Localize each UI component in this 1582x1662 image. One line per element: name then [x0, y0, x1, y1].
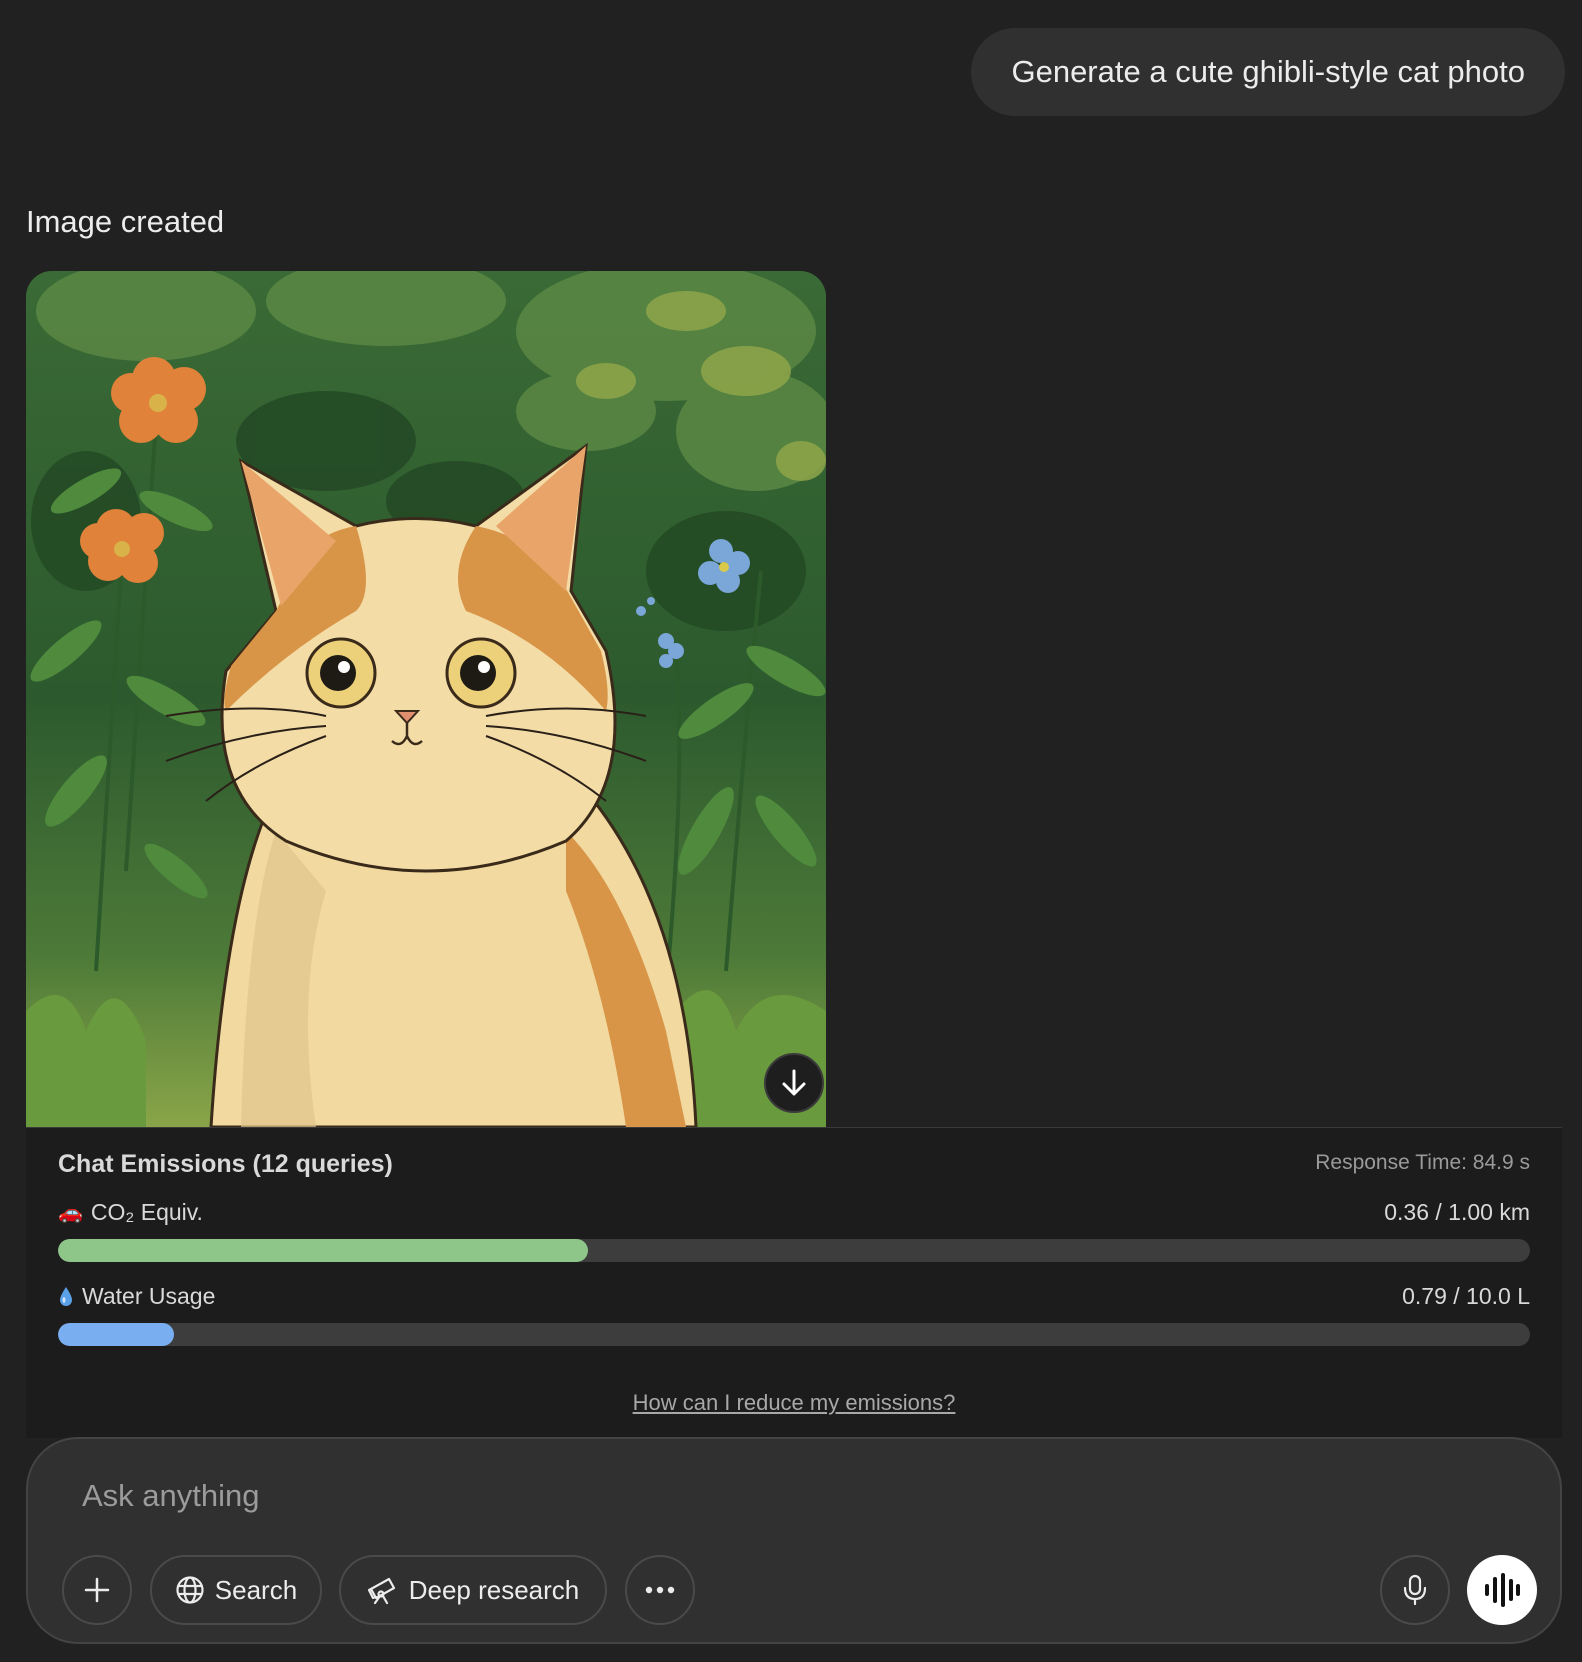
dictate-button[interactable] [1380, 1555, 1450, 1625]
emissions-title: Chat Emissions (12 queries) [58, 1150, 393, 1178]
voice-mode-button[interactable] [1467, 1555, 1537, 1625]
telescope-icon [367, 1577, 395, 1605]
add-attachment-button[interactable] [62, 1555, 132, 1625]
water-label: Water Usage [58, 1283, 215, 1310]
water-progress-bar [58, 1323, 1530, 1346]
user-message-text: Generate a cute ghibli-style cat photo [1011, 54, 1525, 89]
voice-waveform-icon [1485, 1573, 1520, 1607]
deep-research-button[interactable]: Deep research [339, 1555, 607, 1625]
message-composer: Search Deep research [26, 1437, 1562, 1644]
image-created-label: Image created [26, 204, 225, 239]
search-button-label: Search [214, 1574, 298, 1605]
water-value: 0.79 / 10.0 L [1402, 1283, 1530, 1309]
response-time: Response Time: 84.9 s [1315, 1151, 1530, 1174]
plus-icon [84, 1577, 110, 1603]
deep-research-button-label: Deep research [408, 1574, 580, 1605]
co2-label-text: CO₂ Equiv. [90, 1199, 203, 1225]
user-message-bubble: Generate a cute ghibli-style cat photo [971, 28, 1565, 116]
chat-emissions-panel: Chat Emissions (12 queries) Response Tim… [26, 1127, 1562, 1438]
search-button[interactable]: Search [150, 1555, 322, 1625]
cat-illustration [26, 271, 826, 1127]
water-progress-fill [58, 1323, 175, 1346]
co2-progress-bar [58, 1239, 1530, 1262]
download-image-button[interactable] [764, 1053, 824, 1113]
generated-cat-image[interactable] [26, 271, 826, 1127]
co2-label: 🚗 CO₂ Equiv. [58, 1199, 203, 1226]
ellipsis-icon [645, 1586, 675, 1594]
more-tools-button[interactable] [625, 1555, 695, 1625]
co2-progress-fill [58, 1239, 588, 1262]
arrow-down-icon [782, 1069, 806, 1096]
water-label-text: Water Usage [82, 1283, 216, 1309]
car-emoji: 🚗 [58, 1202, 83, 1224]
microphone-icon [1403, 1574, 1427, 1606]
ask-anything-input[interactable] [80, 1467, 1464, 1525]
water-drop-icon [60, 1286, 72, 1306]
co2-value: 0.36 / 1.00 km [1384, 1199, 1530, 1225]
reduce-emissions-link[interactable]: How can I reduce my emissions? [26, 1390, 1562, 1416]
globe-icon [176, 1576, 204, 1604]
